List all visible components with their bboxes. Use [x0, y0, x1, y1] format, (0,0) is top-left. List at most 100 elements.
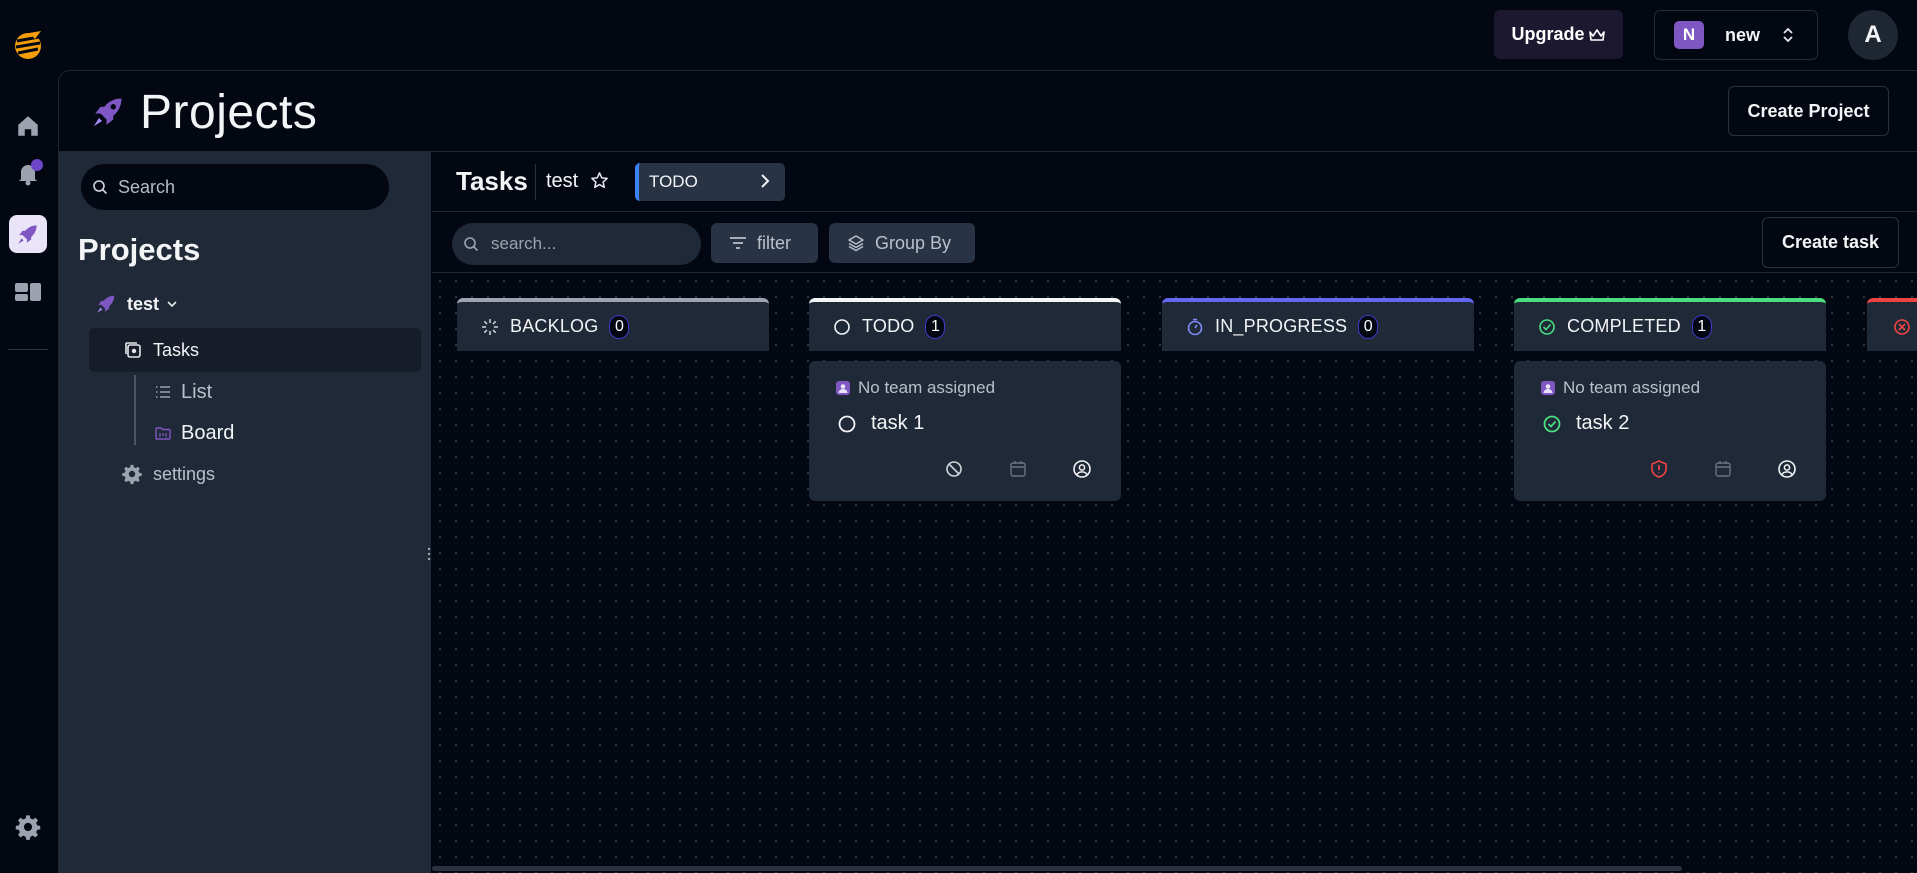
status-selector[interactable]: TODO — [635, 163, 785, 201]
sidebar-search[interactable] — [81, 164, 389, 210]
dashboard-nav[interactable] — [9, 272, 47, 310]
task-search-input[interactable] — [491, 234, 691, 254]
column-header-backlog[interactable]: BACKLOG 0 — [457, 298, 769, 351]
task-card[interactable]: No team assigned task 2 — [1514, 361, 1826, 501]
bell-icon — [19, 159, 43, 186]
search-icon — [464, 237, 479, 252]
urgent-priority-icon[interactable] — [1649, 459, 1669, 479]
user-avatar[interactable]: A — [1848, 10, 1898, 60]
group-by-label: Group By — [875, 232, 952, 253]
search-icon — [93, 180, 108, 195]
star-icon[interactable] — [590, 171, 609, 190]
card-team: No team assigned — [1540, 378, 1700, 398]
sidebar-project-test[interactable]: test — [95, 289, 178, 319]
sidebar-item-settings[interactable]: settings — [121, 459, 215, 489]
gear-icon — [15, 815, 41, 840]
card-title-label: task 2 — [1576, 412, 1630, 434]
calendar-icon[interactable] — [1713, 459, 1733, 479]
column-count: 1 — [925, 314, 946, 339]
upgrade-label: Upgrade — [1511, 24, 1585, 44]
header-divider — [535, 164, 536, 200]
column-title: IN_PROGRESS — [1215, 316, 1348, 336]
rocket-icon — [93, 98, 122, 127]
projects-nav[interactable] — [9, 215, 47, 253]
sidebar-item-label: List — [181, 380, 213, 403]
workspace-switcher[interactable]: N new — [1654, 10, 1818, 60]
assignee-icon[interactable] — [1072, 459, 1092, 479]
column-header-in-progress[interactable]: IN_PROGRESS 0 — [1162, 298, 1474, 351]
group-by-button[interactable]: Group By — [829, 223, 975, 263]
sidebar-search-input[interactable] — [118, 176, 358, 198]
rocket-icon — [18, 225, 37, 244]
team-icon — [836, 381, 850, 395]
board-scrollbar[interactable] — [432, 866, 1682, 871]
page-header — [58, 70, 1917, 152]
sidebar-item-list[interactable]: List — [155, 377, 212, 407]
list-icon — [156, 386, 170, 398]
circle-icon — [834, 318, 850, 335]
home-icon — [18, 116, 38, 136]
tasks-icon — [125, 342, 141, 358]
circle-icon[interactable] — [837, 414, 857, 434]
notifications-nav[interactable] — [9, 155, 47, 193]
layers-icon — [848, 235, 864, 252]
sidebar-item-tasks[interactable]: Tasks — [89, 328, 421, 372]
create-project-button[interactable]: Create Project — [1728, 86, 1889, 136]
task-search[interactable] — [452, 223, 701, 265]
timer-icon — [1187, 318, 1203, 335]
rocket-icon — [97, 295, 115, 313]
card-team-label: No team assigned — [858, 378, 996, 397]
card-team: No team assigned — [835, 378, 995, 398]
chevron-right-icon — [761, 174, 770, 188]
team-icon — [1541, 381, 1555, 395]
column-count: 1 — [1691, 314, 1712, 339]
card-title: task 1 — [837, 412, 924, 435]
column-header-cancelled[interactable] — [1867, 298, 1917, 351]
sidebar-item-label: Tasks — [153, 339, 200, 360]
filter-label: filter — [757, 232, 792, 253]
workspace-badge: N — [1674, 21, 1704, 49]
card-title-label: task 1 — [871, 412, 925, 434]
tree-line — [134, 375, 136, 445]
column-header-completed[interactable]: COMPLETED 1 — [1514, 298, 1826, 351]
chevron-up-down-icon — [1783, 27, 1793, 43]
notification-dot — [31, 159, 43, 171]
task-card[interactable]: No team assigned task 1 — [809, 361, 1121, 501]
calendar-icon[interactable] — [1008, 459, 1028, 479]
page-title: Projects — [140, 85, 318, 139]
app-rail — [0, 0, 58, 873]
gear-icon — [122, 464, 142, 485]
crown-icon — [1588, 28, 1605, 41]
board-icon — [155, 427, 171, 440]
column-title: COMPLETED — [1567, 316, 1681, 336]
upgrade-button[interactable]: Upgrade — [1494, 10, 1623, 59]
chevron-down-icon — [167, 301, 177, 308]
assignee-icon[interactable] — [1777, 459, 1797, 479]
home-nav[interactable] — [9, 107, 47, 145]
sidebar-heading: Projects — [78, 232, 201, 267]
column-header-todo[interactable]: TODO 1 — [809, 298, 1121, 351]
no-priority-icon[interactable] — [944, 459, 964, 479]
filter-button[interactable]: filter — [711, 223, 818, 263]
check-circle-icon[interactable] — [1542, 414, 1562, 434]
sidebar-item-board[interactable]: Board — [155, 418, 234, 448]
tasks-project-name: test — [546, 170, 579, 192]
sidebar-item-label: settings — [153, 463, 216, 484]
check-circle-icon — [1539, 318, 1555, 335]
column-count: 0 — [609, 314, 630, 339]
rail-divider — [8, 349, 48, 350]
settings-nav[interactable] — [9, 808, 47, 846]
workspace-name: new — [1725, 24, 1761, 45]
column-title: TODO — [862, 316, 915, 336]
page-title-group: Projects — [90, 82, 317, 142]
status-selector-label: TODO — [649, 172, 698, 191]
app-logo[interactable] — [9, 27, 47, 65]
column-title: BACKLOG — [510, 316, 599, 336]
dashboard-icon — [15, 283, 41, 301]
card-team-label: No team assigned — [1563, 378, 1701, 397]
logo-icon — [15, 31, 41, 59]
create-task-button[interactable]: Create task — [1762, 217, 1899, 268]
x-circle-icon — [1894, 318, 1910, 335]
sidebar-project-label: test — [127, 293, 160, 314]
loader-icon — [482, 318, 498, 335]
